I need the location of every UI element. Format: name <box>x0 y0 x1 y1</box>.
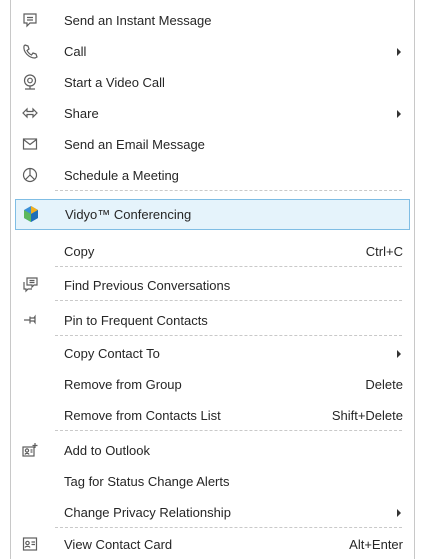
menu-item-label: Add to Outlook <box>64 443 150 458</box>
menu-item-schedule-meeting[interactable]: Schedule a Meeting <box>11 160 414 191</box>
menu-item-start-video-call[interactable]: Start a Video Call <box>11 67 414 98</box>
add-contact-icon <box>21 441 39 459</box>
chat-bubble-icon <box>21 11 39 29</box>
menu-item-pin-to-frequent-contacts[interactable]: Pin to Frequent Contacts <box>11 305 414 336</box>
menu-item-label: View Contact Card <box>64 537 173 552</box>
menu-item-add-to-outlook[interactable]: Add to Outlook <box>11 435 414 466</box>
menu-item-change-privacy-relationship[interactable]: Change Privacy Relationship <box>11 497 414 528</box>
conversation-history-icon <box>21 276 39 294</box>
phone-icon <box>21 42 39 60</box>
menu-item-send-instant-message[interactable]: Send an Instant Message <box>11 5 414 36</box>
contact-card-icon <box>21 535 39 553</box>
menu-item-label: Vidyo™ Conferencing <box>65 207 192 222</box>
menu-item-label: Call <box>64 44 87 59</box>
menu-item-label: Remove from Group <box>64 377 182 392</box>
menu-item-shortcut: Shift+Delete <box>331 408 403 423</box>
menu-item-tag-status-alerts[interactable]: Tag for Status Change Alerts <box>11 466 414 497</box>
menu-item-label: Start a Video Call <box>64 75 165 90</box>
menu-item-remove-from-group[interactable]: Remove from Group Delete <box>11 369 414 400</box>
menu-item-send-email[interactable]: Send an Email Message <box>11 129 414 160</box>
menu-item-view-contact-card[interactable]: View Contact Card Alt+Enter <box>11 529 414 560</box>
menu-item-shortcut: Alt+Enter <box>349 537 403 552</box>
menu-item-label: Tag for Status Change Alerts <box>64 474 230 489</box>
menu-item-share[interactable]: Share <box>11 98 414 129</box>
menu-item-label: Copy Contact To <box>64 346 160 361</box>
menu-item-label: Share <box>64 106 99 121</box>
menu-item-label: Find Previous Conversations <box>64 278 231 293</box>
vidyo-logo-icon <box>22 205 40 223</box>
menu-item-label: Remove from Contacts List <box>64 408 221 423</box>
submenu-arrow-icon <box>397 350 401 358</box>
menu-item-call[interactable]: Call <box>11 36 414 67</box>
menu-item-find-previous-conversations[interactable]: Find Previous Conversations <box>11 270 414 301</box>
menu-item-shortcut: Delete <box>365 377 403 392</box>
menu-item-copy-contact-to[interactable]: Copy Contact To <box>11 338 414 369</box>
menu-item-label: Change Privacy Relationship <box>64 505 231 520</box>
envelope-icon <box>21 135 39 153</box>
submenu-arrow-icon <box>397 110 401 118</box>
meeting-icon <box>21 166 39 184</box>
menu-item-label: Send an Instant Message <box>64 13 212 28</box>
submenu-arrow-icon <box>397 509 401 517</box>
share-arrows-icon <box>21 104 39 122</box>
menu-item-vidyo-conferencing[interactable]: Vidyo™ Conferencing <box>15 199 410 230</box>
webcam-icon <box>21 73 39 91</box>
pin-icon <box>21 311 39 329</box>
menu-item-shortcut: Ctrl+C <box>365 244 403 259</box>
menu-item-label: Copy <box>64 244 95 259</box>
menu-item-label: Send an Email Message <box>64 137 205 152</box>
contact-context-menu: Send an Instant Message Call Start a Vid… <box>10 0 415 559</box>
menu-item-remove-from-contacts-list[interactable]: Remove from Contacts List Shift+Delete <box>11 400 414 431</box>
menu-item-label: Pin to Frequent Contacts <box>64 313 208 328</box>
menu-item-copy[interactable]: Copy Ctrl+C <box>11 236 414 267</box>
menu-item-label: Schedule a Meeting <box>64 168 179 183</box>
submenu-arrow-icon <box>397 48 401 56</box>
